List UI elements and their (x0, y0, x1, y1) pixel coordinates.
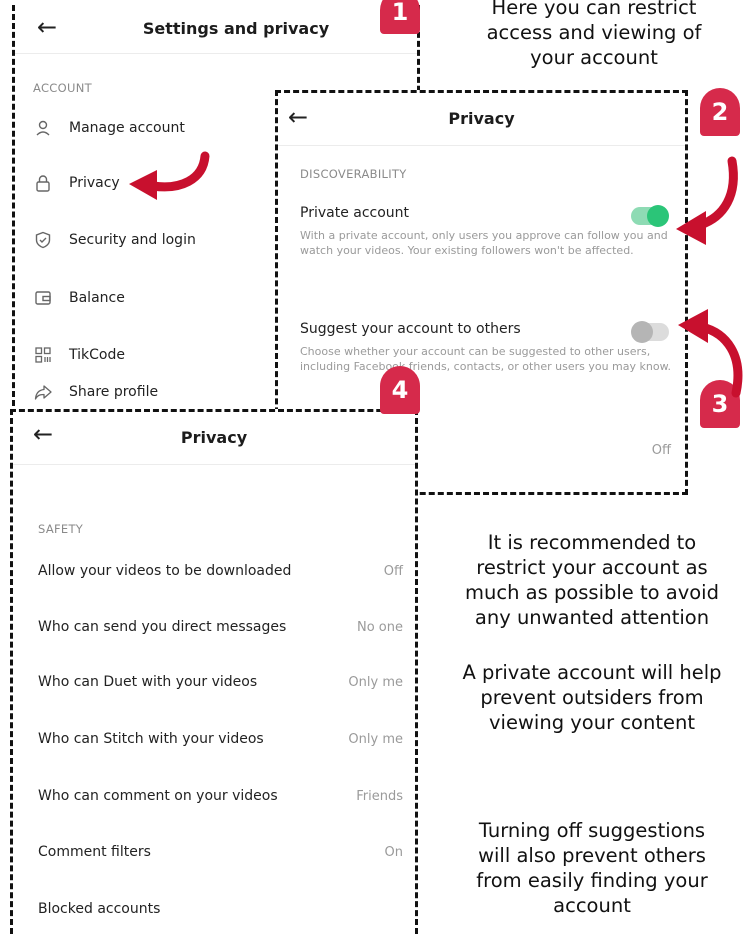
page-title: Privacy (180, 428, 248, 447)
note-recommended: It is recommended to restrict your accou… (432, 530, 752, 630)
menu-item-label: Balance (69, 290, 125, 306)
page-title: Settings and privacy (142, 19, 330, 38)
menu-item-balance[interactable]: Balance (33, 283, 125, 313)
private-account-title: Private account (300, 205, 410, 221)
note-line: account (553, 894, 631, 917)
menu-item-label: TikCode (69, 347, 125, 363)
setting-label: Allow your videos to be downloaded (38, 563, 292, 579)
page-title: Privacy (448, 109, 515, 128)
setting-label: Who can Stitch with your videos (38, 731, 264, 747)
setting-value: Only me (348, 674, 403, 690)
menu-item-manage-account[interactable]: Manage account (33, 113, 185, 143)
setting-value: Off (383, 563, 403, 579)
note-private-account: A private account will help prevent outs… (422, 660, 752, 735)
setting-value: No one (356, 619, 403, 635)
arrow-to-privacy-icon (129, 151, 210, 200)
menu-item-label: Security and login (69, 232, 196, 248)
note-line: It is recommended to (487, 531, 697, 554)
setting-label: Comment filters (38, 844, 151, 860)
setting-row-comments[interactable]: Who can comment on your videos Friends (38, 785, 403, 807)
setting-row-blocked-accounts[interactable]: Blocked accounts (38, 898, 403, 920)
private-account-description: With a private account, only users you a… (300, 229, 668, 257)
setting-value: On (384, 844, 403, 860)
setting-value: Friends (356, 788, 403, 804)
note-suggestions: Turning off suggestions will also preven… (432, 818, 752, 918)
suggest-account-title: Suggest your account to others (300, 321, 521, 337)
privacy-header: ← Privacy (278, 93, 685, 146)
setting-label: Who can comment on your videos (38, 788, 278, 804)
suggest-account-description: Choose whether your account can be sugge… (300, 345, 672, 373)
privacy-safety-panel: ← Privacy SAFETY Allow your videos to be… (10, 409, 418, 934)
note-line: much as possible to avoid (465, 581, 719, 604)
setting-row-download[interactable]: Allow your videos to be downloaded Off (38, 560, 403, 582)
setting-row-direct-messages[interactable]: Who can send you direct messages No one (38, 616, 403, 638)
share-icon (33, 382, 53, 402)
note-line: restrict your account as (476, 556, 708, 579)
lock-icon (33, 173, 53, 193)
note-line: your account (530, 46, 658, 69)
setting-row-duet[interactable]: Who can Duet with your videos Only me (38, 671, 403, 693)
suggest-account-toggle[interactable] (631, 321, 669, 343)
menu-item-label: Privacy (69, 175, 120, 191)
menu-item-security[interactable]: Security and login (33, 225, 196, 255)
note-line: Turning off suggestions (478, 819, 706, 842)
setting-row-comment-filters[interactable]: Comment filters On (38, 841, 403, 863)
note-top: Here you can restrict access and viewing… (436, 0, 752, 70)
shield-icon (33, 230, 53, 250)
qrcode-icon (33, 345, 53, 365)
note-line: Here you can restrict (491, 0, 697, 19)
person-icon (33, 118, 53, 138)
setting-label: Who can Duet with your videos (38, 674, 258, 690)
note-line: any unwanted attention (474, 606, 710, 629)
setting-value: Off (651, 443, 671, 458)
toggle-knob (647, 205, 669, 227)
note-line: access and viewing of (486, 21, 702, 44)
arrow-to-suggest-toggle-icon (678, 309, 743, 398)
menu-item-label: Manage account (69, 120, 185, 136)
menu-item-privacy[interactable]: Privacy (33, 168, 120, 198)
menu-item-share-profile[interactable]: Share profile (33, 377, 158, 407)
section-label: DISCOVERABILITY (300, 167, 407, 181)
private-account-toggle[interactable] (631, 205, 669, 227)
wallet-icon (33, 288, 53, 308)
menu-item-label: Share profile (69, 384, 159, 400)
setting-label: Who can send you direct messages (38, 619, 287, 635)
note-line: prevent outsiders from (480, 686, 704, 709)
note-line: viewing your content (489, 711, 695, 734)
note-line: will also prevent others (478, 844, 706, 867)
section-label: SAFETY (38, 522, 84, 536)
menu-item-tikcode[interactable]: TikCode (33, 340, 125, 370)
step-badge-1: 1 (380, 0, 420, 34)
privacy-header: ← Privacy (13, 412, 415, 465)
settings-header: ← Settings and privacy (15, 5, 417, 54)
setting-row-stitch[interactable]: Who can Stitch with your videos Only me (38, 728, 403, 750)
step-badge-4: 4 (380, 366, 420, 414)
setting-label: Blocked accounts (38, 901, 161, 917)
section-label: ACCOUNT (33, 81, 92, 95)
setting-value: Only me (348, 731, 403, 747)
arrow-to-private-toggle-icon (676, 156, 738, 245)
toggle-knob (631, 321, 653, 343)
note-line: A private account will help (462, 661, 722, 684)
note-line: from easily finding your (476, 869, 708, 892)
step-badge-2: 2 (700, 88, 740, 136)
